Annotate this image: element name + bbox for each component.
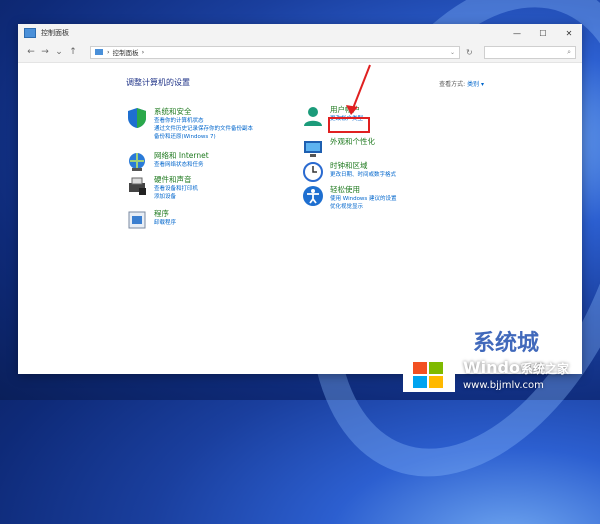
watermark: 系统城 Windows 系统之家 www.bjjmlv.com — [395, 330, 600, 400]
category-link[interactable]: 查看你的计算机状态 — [154, 117, 253, 125]
breadcrumb-control-panel[interactable]: 控制面板 — [113, 47, 139, 57]
category-link[interactable]: 查看网络状态和任务 — [154, 161, 209, 169]
category-title[interactable]: 系统和安全 — [154, 107, 253, 117]
category-network[interactable]: 网络和 Internet 查看网络状态和任务 — [126, 151, 209, 173]
category-title[interactable]: 程序 — [154, 209, 176, 219]
category-appearance[interactable]: 外观和个性化 — [302, 137, 375, 159]
refresh-icon[interactable]: ↻ — [466, 48, 473, 57]
recent-locations-button[interactable]: ⌄ — [52, 47, 66, 57]
category-title[interactable]: 硬件和声音 — [154, 175, 198, 185]
annotation-arrow-icon — [346, 64, 371, 115]
address-dropdown-icon[interactable]: ⌄ — [450, 49, 455, 56]
category-clock-region[interactable]: 时钟和区域 更改日期、时间或数字格式 — [302, 161, 396, 183]
category-title[interactable]: 网络和 Internet — [154, 151, 209, 161]
folder-icon — [95, 49, 103, 55]
category-link[interactable]: 更改日期、时间或数字格式 — [330, 171, 396, 179]
programs-icon — [126, 209, 148, 231]
category-link[interactable]: 通过文件历史记录保存你的文件备份副本 — [154, 125, 253, 133]
titlebar: 控制面板 — ☐ ✕ — [18, 24, 582, 42]
watermark-url: www.bjjmlv.com — [463, 380, 544, 391]
watermark-brand-cn: 系统之家 — [521, 362, 570, 376]
category-system-security[interactable]: 系统和安全 查看你的计算机状态 通过文件历史记录保存你的文件备份副本 备份和还原… — [126, 107, 253, 141]
control-panel-window: 控制面板 — ☐ ✕ ← → ⌄ ↑ › 控制面板 › ⌄ ↻ ⌕ 调整计算机的… — [18, 24, 582, 374]
window-controls: — ☐ ✕ — [504, 24, 582, 42]
windows-logo-icon — [403, 338, 455, 392]
page-title: 调整计算机的设置 — [126, 78, 190, 87]
category-title[interactable]: 时钟和区域 — [330, 161, 396, 171]
breadcrumb-sep: › — [107, 48, 110, 56]
network-icon — [126, 151, 148, 173]
control-panel-icon — [24, 28, 36, 38]
view-mode: 查看方式: 类别 ▾ — [439, 79, 484, 88]
address-toolbar: ← → ⌄ ↑ › 控制面板 › ⌄ ↻ ⌕ — [18, 42, 582, 63]
clock-icon — [302, 161, 324, 183]
category-link[interactable]: 备份和还原(Windows 7) — [154, 133, 253, 141]
maximize-button[interactable]: ☐ — [530, 24, 556, 42]
close-button[interactable]: ✕ — [556, 24, 582, 42]
category-link[interactable]: 卸载程序 — [154, 219, 176, 227]
category-link[interactable]: 优化视觉显示 — [330, 203, 397, 211]
address-bar[interactable]: › 控制面板 › ⌄ — [90, 45, 460, 59]
minimize-button[interactable]: — — [504, 24, 530, 42]
category-link[interactable]: 使用 Windows 建议的设置 — [330, 195, 397, 203]
appearance-icon — [302, 137, 324, 159]
accessibility-icon — [302, 185, 324, 207]
view-label: 查看方式: — [439, 81, 466, 88]
category-link[interactable]: 查看设备和打印机 — [154, 185, 198, 193]
forward-button[interactable]: → — [38, 47, 52, 57]
watermark-large-text: 系统城 — [473, 331, 540, 356]
highlight-box — [328, 117, 370, 133]
window-title: 控制面板 — [41, 29, 69, 37]
back-button[interactable]: ← — [24, 47, 38, 57]
category-hardware-sound[interactable]: 硬件和声音 查看设备和打印机 添加设备 — [126, 175, 198, 201]
printer-icon — [126, 175, 148, 197]
category-title[interactable]: 外观和个性化 — [330, 137, 375, 147]
user-icon — [302, 105, 324, 127]
category-link[interactable]: 添加设备 — [154, 193, 198, 201]
category-accessibility[interactable]: 轻松使用 使用 Windows 建议的设置 优化视觉显示 — [302, 185, 397, 211]
view-dropdown[interactable]: 类别 ▾ — [467, 81, 484, 88]
category-title[interactable]: 轻松使用 — [330, 185, 397, 195]
search-icon: ⌕ — [567, 47, 571, 56]
category-programs[interactable]: 程序 卸载程序 — [126, 209, 176, 231]
search-input[interactable]: ⌕ — [484, 45, 576, 59]
up-button[interactable]: ↑ — [66, 47, 80, 57]
shield-icon — [126, 107, 148, 129]
breadcrumb-sep-2: › — [141, 48, 145, 56]
